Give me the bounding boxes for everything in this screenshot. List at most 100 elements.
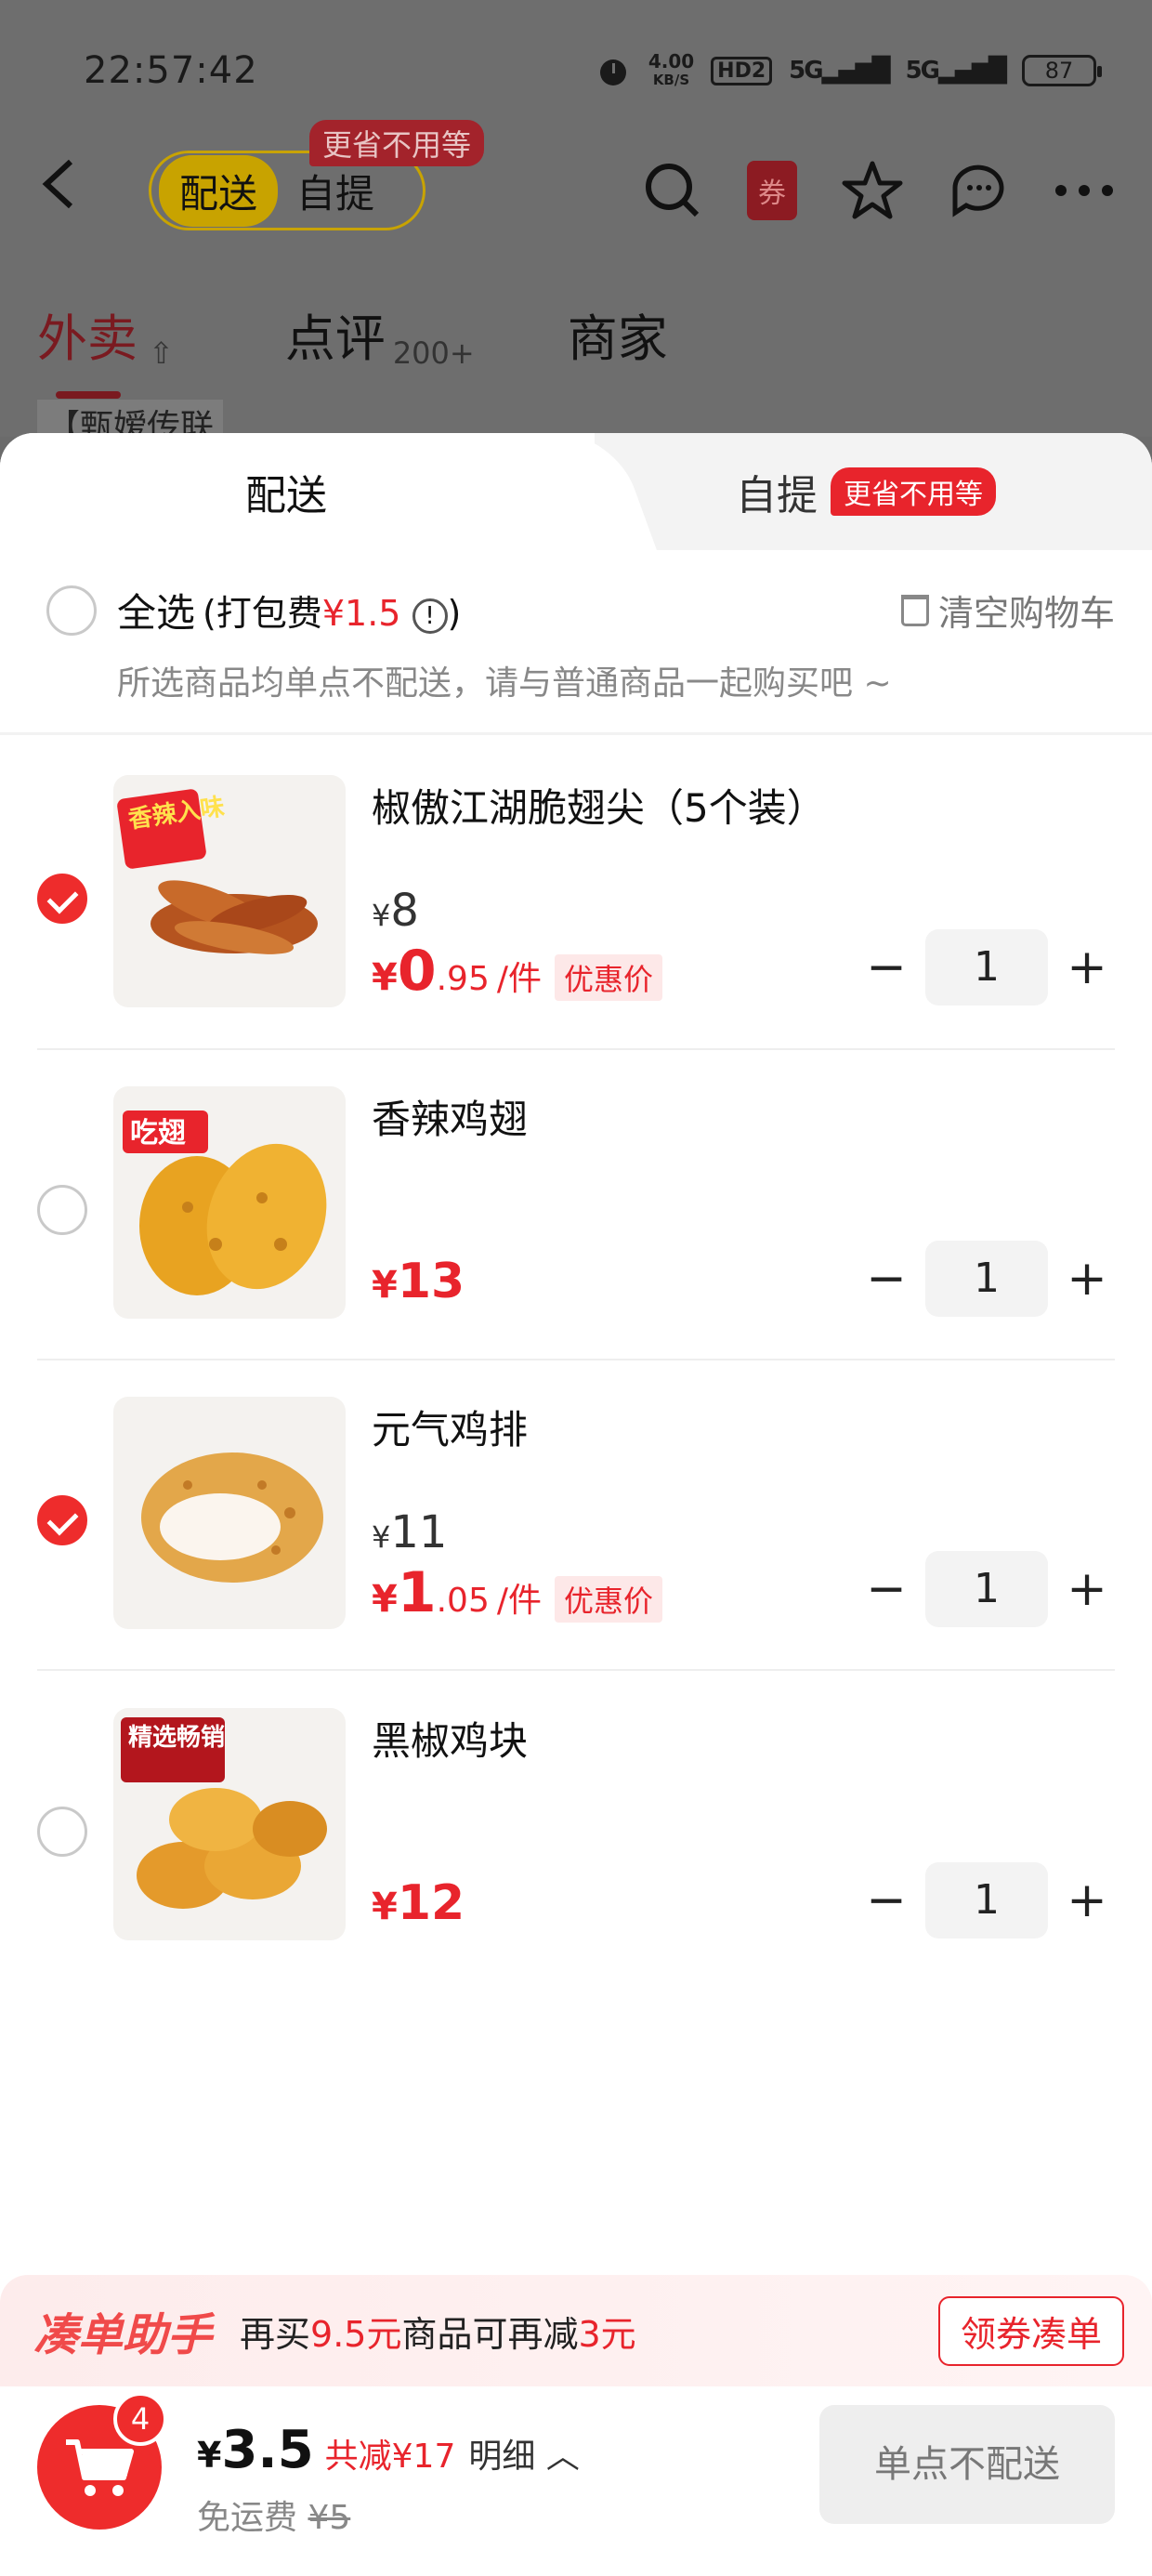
hd-icon: HD2 (711, 56, 773, 85)
divider (37, 1359, 1115, 1360)
nav-actions: 券 (643, 160, 1115, 221)
cart-sheet: 配送 自提 更省不用等 全选 (打包费¥1.5 !) 清空购物车 所选商品均单点… (0, 433, 1152, 2576)
item-name[interactable]: 元气鸡排 (372, 1399, 528, 1455)
divider (0, 732, 1152, 735)
delivery-mode-toggle[interactable]: 配送 自提 更省不用等 (149, 120, 484, 230)
quantity-stepper: − 1 + (858, 1551, 1115, 1627)
order-helper-banner: 凑单助手 再买9.5元商品可再减3元 领券凑单 (0, 2275, 1152, 2386)
item-original-price: ¥11 (372, 1506, 448, 1558)
clear-cart-button[interactable]: 清空购物车 (900, 585, 1115, 636)
tab-delivery[interactable]: 配送 (0, 433, 595, 550)
info-icon[interactable]: ! (412, 598, 448, 634)
decrease-button[interactable]: − (858, 1561, 914, 1617)
decrease-button[interactable]: − (858, 1251, 914, 1307)
reviews-count: 200+ (392, 335, 475, 371)
increase-button[interactable]: + (1059, 1561, 1115, 1617)
top-nav: 配送 自提 更省不用等 券 (37, 120, 1115, 242)
coupon-button[interactable]: 券 (747, 161, 797, 220)
increase-button[interactable]: + (1059, 940, 1115, 995)
mode-delivery[interactable]: 配送 (159, 154, 279, 227)
tab-reviews[interactable]: 点评 (285, 297, 386, 371)
helper-brand: 凑单助手 (33, 2309, 213, 2361)
product-image: 精选畅销 (113, 1708, 346, 1940)
trash-icon (900, 594, 929, 626)
tab-merchant[interactable]: 商家 (568, 297, 668, 371)
svg-text:吃翅: 吃翅 (130, 1117, 186, 1150)
order-total: ¥3.5 共减¥17 明细 ︿ (197, 2420, 580, 2480)
tab-takeout[interactable]: 外卖 (37, 297, 137, 399)
select-all-checkbox[interactable] (46, 585, 97, 636)
item-checkbox[interactable] (37, 1185, 87, 1235)
search-icon[interactable] (643, 161, 702, 220)
shipping-old-price: ¥5 (308, 2499, 351, 2537)
tab-pickup[interactable]: 自提 更省不用等 (736, 433, 996, 550)
pickup-badge: 更省不用等 (831, 467, 996, 516)
item-price: ¥12 (372, 1875, 465, 1931)
quantity-stepper: − 1 + (858, 1241, 1115, 1317)
quantity-value[interactable]: 1 (925, 929, 1048, 1005)
cart-item: 吃翅 香辣鸡翅 ¥13 − 1 + (0, 1086, 1152, 1397)
battery-icon: 87 (1022, 55, 1102, 86)
status-time: 22:57:42 (84, 49, 258, 92)
sheet-tabs: 配送 自提 更省不用等 (0, 433, 1152, 550)
decrease-button[interactable]: − (858, 940, 914, 995)
item-original-price: ¥8 (372, 885, 419, 937)
item-price: ¥13 (372, 1254, 465, 1309)
total-amount: ¥3.5 (197, 2420, 314, 2480)
total-savings: 共减¥17 (324, 2438, 456, 2476)
decrease-button[interactable]: − (858, 1873, 914, 1928)
quantity-stepper: − 1 + (858, 1862, 1115, 1939)
item-checkbox[interactable] (37, 874, 87, 924)
divider (37, 1669, 1115, 1671)
select-all-label[interactable]: 全选 (117, 582, 195, 638)
detail-button[interactable]: 明细 ︿ (468, 2429, 579, 2477)
quantity-value[interactable]: 1 (925, 1862, 1048, 1939)
item-price: ¥0.95/件 优惠价 (372, 939, 663, 1004)
item-name[interactable]: 椒傲江湖脆翅尖（5个装） (372, 777, 826, 834)
cart-button[interactable]: 4 (37, 2392, 167, 2530)
discount-tag: 优惠价 (555, 954, 663, 1001)
item-price: ¥1.05/件 优惠价 (372, 1560, 663, 1625)
item-name[interactable]: 黑椒鸡块 (372, 1710, 528, 1767)
item-checkbox[interactable] (37, 1807, 87, 1857)
cart-item: 香辣入味 椒傲江湖脆翅尖（5个装） ¥8 ¥0.95/件 优惠价 − 1 + (0, 775, 1152, 1085)
status-icons: 4.00 KB/S HD2 5G▂▄▆█ 5G▂▄▆█ 87 (595, 50, 1102, 89)
product-image: 吃翅 (113, 1086, 346, 1319)
item-checkbox[interactable] (37, 1495, 87, 1545)
store-tabs: 外卖 ⇧ 点评 200+ 商家 (37, 297, 668, 399)
more-icon[interactable] (1054, 181, 1115, 200)
back-icon[interactable] (37, 156, 93, 226)
chat-icon[interactable] (948, 160, 1009, 221)
quantity-value[interactable]: 1 (925, 1241, 1048, 1317)
background-page: 22:57:42 4.00 KB/S HD2 5G▂▄▆█ 5G▂▄▆█ 87 … (0, 0, 1152, 448)
product-image (113, 1397, 346, 1629)
mode-tip-badge: 更省不用等 (308, 120, 484, 166)
status-bar: 22:57:42 4.00 KB/S HD2 5G▂▄▆█ 5G▂▄▆█ 87 (84, 45, 1102, 97)
increase-button[interactable]: + (1059, 1251, 1115, 1307)
get-coupon-button[interactable]: 领券凑单 (937, 2295, 1124, 2366)
cart-item: 元气鸡排 ¥11 ¥1.05/件 优惠价 − 1 + (0, 1397, 1152, 1707)
increase-button[interactable]: + (1059, 1873, 1115, 1928)
alarm-icon (599, 59, 626, 85)
item-name[interactable]: 香辣鸡翅 (372, 1088, 528, 1145)
cart-icon (66, 2439, 134, 2496)
discount-tag: 优惠价 (555, 1576, 663, 1623)
checkout-bar: 4 ¥3.5 共减¥17 明细 ︿ 免运费 ¥5 单点不配送 (0, 2386, 1152, 2576)
quantity-stepper: − 1 + (858, 929, 1115, 1005)
product-image: 香辣入味 (113, 775, 346, 1007)
network-speed: 4.00 KB/S (648, 50, 695, 88)
svg-text:精选畅销: 精选畅销 (128, 1724, 225, 1752)
signal-icon: 5G▂▄▆█ (789, 57, 890, 85)
mode-pickup[interactable]: 自提 (296, 163, 374, 219)
checkout-button[interactable]: 单点不配送 (819, 2405, 1115, 2524)
cart-item: 精选畅销 黑椒鸡块 ¥12 − 1 + (0, 1708, 1152, 2018)
signal-icon-2: 5G▂▄▆█ (905, 57, 1007, 85)
quantity-value[interactable]: 1 (925, 1551, 1048, 1627)
divider (37, 1048, 1115, 1050)
select-all-row: 全选 (打包费¥1.5 !) 清空购物车 (46, 582, 1115, 638)
collapse-icon[interactable]: ⇧ (149, 335, 174, 371)
star-icon[interactable] (842, 160, 903, 221)
shipping-info: 免运费 ¥5 (197, 2499, 351, 2537)
packing-fee: (打包费¥1.5 !) (203, 593, 462, 634)
helper-message: 再买9.5元商品可再减3元 (240, 2313, 636, 2355)
